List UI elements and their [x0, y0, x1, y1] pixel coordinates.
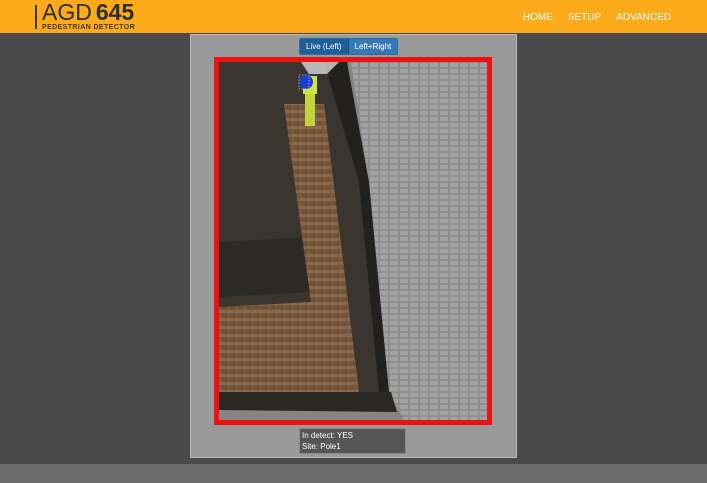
camera-scene [219, 62, 487, 420]
detection-status-box: In detect: YES Site: Pole1 [299, 428, 406, 454]
top-header-bar: AGD 645 PEDESTRIAN DETECTOR HOME SETUP AD… [0, 0, 707, 33]
nav-advanced-link[interactable]: ADVANCED [616, 12, 671, 23]
logo: AGD 645 [42, 1, 134, 24]
footer-bar [0, 464, 707, 483]
site-status-text: Site: Pole1 [302, 442, 341, 451]
view-mode-toggle: Live (Left) Left+Right [299, 38, 399, 55]
left-right-button[interactable]: Left+Right [347, 39, 398, 54]
camera-feed[interactable] [214, 57, 492, 425]
logo-subtitle: PEDESTRIAN DETECTOR [42, 24, 136, 31]
detect-status-text: In detect: YES [302, 431, 353, 440]
nav-setup-link[interactable]: SETUP [568, 12, 601, 23]
main-nav: HOME SETUP ADVANCED [523, 12, 671, 23]
live-view-panel: Live (Left) Left+Right In detect: YES Si… [190, 34, 517, 458]
logo-divider [35, 5, 37, 29]
live-left-button[interactable]: Live (Left) [300, 39, 348, 54]
logo-brand: AGD [42, 0, 92, 25]
nav-home-link[interactable]: HOME [523, 12, 553, 23]
logo-model: 645 [95, 0, 135, 25]
